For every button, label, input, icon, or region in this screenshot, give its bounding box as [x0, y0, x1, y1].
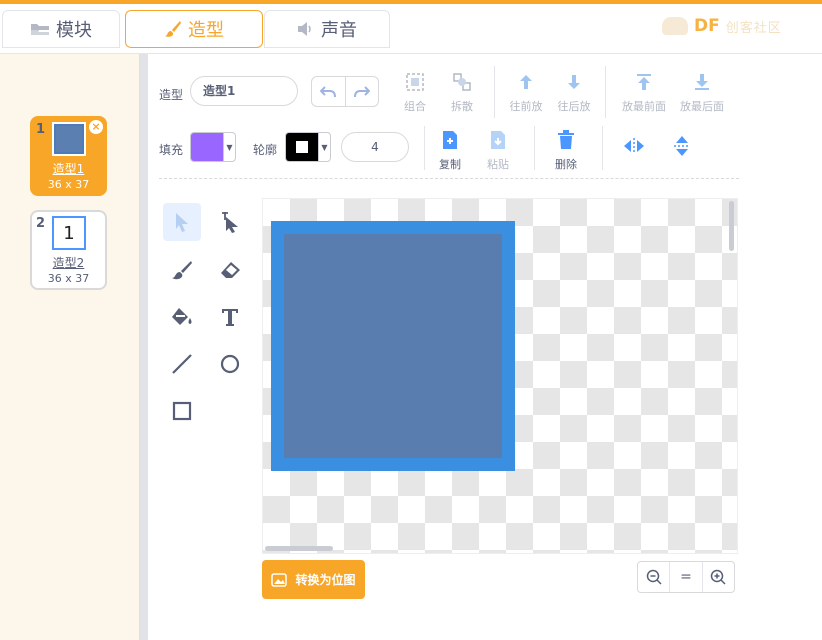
costume-list-scrollbar[interactable]	[140, 54, 148, 640]
toolbar-divider	[534, 126, 535, 170]
rectangle-icon	[172, 401, 192, 421]
trash-icon	[538, 128, 594, 152]
cursor-arrow-icon	[176, 213, 188, 232]
tab-sounds-label: 声音	[321, 20, 357, 41]
paint-canvas[interactable]	[262, 198, 738, 554]
ungroup-button[interactable]: 拆散	[434, 70, 490, 114]
zoom-reset-button[interactable]: =	[669, 562, 701, 592]
costume-size: 36 x 37	[47, 272, 90, 285]
outline-width-input[interactable]: 4	[341, 132, 409, 162]
redo-button[interactable]	[346, 77, 379, 106]
line-tool[interactable]	[163, 345, 201, 383]
fill-tool[interactable]	[163, 298, 201, 336]
outline-label: 轮廓	[253, 143, 278, 157]
zoom-out-button[interactable]	[638, 562, 669, 592]
costume-item-1[interactable]: 1 × 造型1 36 x 37	[30, 116, 107, 196]
flip-vertical-button[interactable]	[654, 134, 710, 162]
costume-index: 1	[36, 122, 46, 137]
logo-text: 创客社区	[725, 20, 782, 36]
eraser-icon	[221, 262, 240, 278]
tab-blocks[interactable]: 模块	[2, 10, 120, 48]
send-to-back-button[interactable]: 放最后面	[674, 70, 730, 114]
speaker-icon	[297, 21, 315, 37]
select-tool[interactable]	[163, 203, 201, 241]
zoom-out-icon	[646, 569, 662, 585]
flip-vertical-icon	[654, 134, 710, 158]
outline-color-swatch	[286, 133, 318, 161]
text-tool[interactable]	[211, 298, 249, 336]
fill-label: 填充	[159, 143, 184, 157]
image-icon	[271, 572, 288, 587]
eraser-tool[interactable]	[211, 251, 249, 289]
costume-item-2[interactable]: 2 1 造型2 36 x 37	[30, 210, 107, 290]
costume-size: 36 x 37	[47, 178, 90, 191]
delete-button[interactable]: 删除	[538, 128, 594, 172]
costume-name: 造型2	[52, 256, 85, 270]
fill-color-swatch	[191, 133, 223, 161]
reshape-icon	[222, 212, 238, 233]
redo-icon	[353, 85, 370, 97]
fill-color-picker[interactable]: ▼	[190, 132, 236, 162]
brush-icon	[164, 20, 182, 38]
costume-rectangle-shape[interactable]	[271, 221, 515, 471]
arrow-top-icon	[616, 70, 672, 94]
tab-costumes[interactable]: 造型	[125, 10, 263, 48]
arrow-down-icon	[546, 70, 602, 94]
undo-button[interactable]	[312, 77, 346, 106]
rectangle-tool[interactable]	[163, 392, 201, 430]
undo-redo-group	[311, 76, 379, 107]
backward-button[interactable]: 往后放	[546, 70, 602, 114]
zoom-in-icon	[711, 569, 726, 585]
text-t-icon	[222, 309, 238, 326]
logo-mark-icon	[662, 17, 688, 35]
chevron-down-icon: ▼	[223, 133, 235, 161]
undo-icon	[320, 85, 337, 97]
costume-thumbnail: 1	[52, 216, 86, 250]
chevron-down-icon: ▼	[318, 133, 330, 161]
blocks-icon	[30, 22, 50, 36]
costume-name: 造型1	[52, 162, 85, 176]
convert-to-bitmap-button[interactable]: 转换为位图	[262, 560, 365, 599]
reshape-tool[interactable]	[211, 203, 249, 241]
costume-index: 2	[36, 216, 46, 231]
editor-tabs: 模块 造型 声音 DF 创客社区	[0, 4, 822, 54]
ungroup-icon	[434, 70, 490, 94]
paste-button[interactable]: 粘贴	[470, 128, 526, 172]
toolbar-divider	[602, 126, 603, 170]
zoom-in-button[interactable]	[701, 562, 734, 592]
site-logo: DF 创客社区	[662, 12, 812, 40]
costume-name-label: 造型	[159, 88, 184, 102]
circle-tool[interactable]	[211, 345, 249, 383]
delete-costume-icon[interactable]: ×	[89, 120, 103, 134]
tab-blocks-label: 模块	[56, 20, 92, 41]
paste-icon	[470, 128, 526, 152]
canvas-horizontal-scrollbar[interactable]	[265, 546, 333, 551]
paint-bucket-icon	[172, 308, 192, 325]
outline-color-picker[interactable]: ▼	[285, 132, 331, 162]
logo-brand: DF	[694, 16, 720, 36]
toolbar-divider	[605, 66, 606, 118]
brush-icon	[172, 261, 192, 280]
arrow-bottom-icon	[674, 70, 730, 94]
bring-to-front-button[interactable]: 放最前面	[616, 70, 672, 114]
toolbar-divider-horizontal	[159, 178, 739, 179]
tab-sounds[interactable]: 声音	[264, 10, 390, 48]
tab-costumes-label: 造型	[188, 20, 224, 41]
costume-thumbnail	[52, 122, 86, 156]
circle-icon	[220, 354, 240, 374]
zoom-controls: =	[637, 561, 735, 593]
toolbar-divider	[494, 66, 495, 118]
costume-name-input[interactable]: 造型1	[190, 76, 298, 106]
canvas-vertical-scrollbar[interactable]	[729, 201, 734, 251]
costume-list: 1 × 造型1 36 x 37 2 1 造型2 36 x 37	[0, 54, 140, 640]
line-icon	[172, 354, 192, 374]
brush-tool[interactable]	[163, 251, 201, 289]
convert-to-bitmap-label: 转换为位图	[295, 573, 356, 587]
